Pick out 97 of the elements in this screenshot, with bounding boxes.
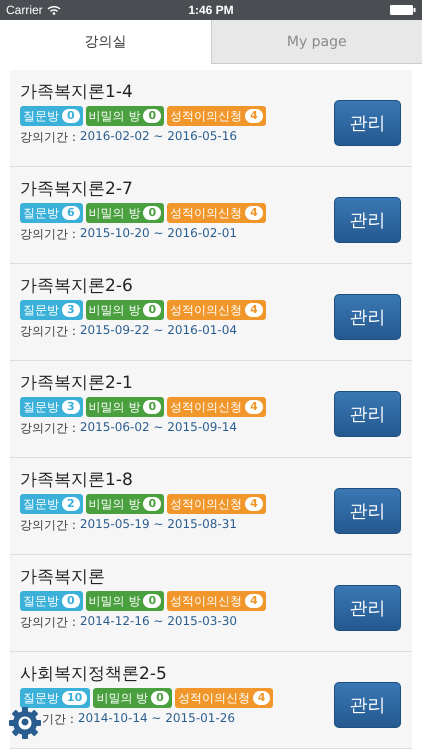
manage-button[interactable]: 관리 [334,100,401,146]
period-dates: 2015-09-22 ~ 2016-01-04 [80,323,238,339]
tag-label: 비밀의 방 [96,690,148,706]
count-pill: 0 [143,497,162,511]
manage-button[interactable]: 관리 [334,488,401,534]
counter-tag[interactable]: 질문방 0 [20,591,83,611]
period-dates: 2014-10-14 ~ 2015-01-26 [78,711,236,727]
counter-tag[interactable]: 성적이의신청 4 [174,688,274,708]
count-pill: 0 [143,303,162,317]
counter-tag[interactable]: 비밀의 방 0 [86,106,164,126]
period-dates: 2016-02-02 ~ 2016-05-16 [80,129,238,145]
count-pill: 4 [245,206,263,220]
count-pill: 0 [143,109,162,123]
count-pill: 3 [62,303,80,317]
counter-tag[interactable]: 성적이의신청 4 [167,591,266,611]
counter-tag[interactable]: 성적이의신청 4 [167,203,266,223]
counter-tag[interactable]: 비밀의 방 0 [86,397,164,417]
course-title: 가족복지론2-1 [20,372,134,394]
count-pill: 0 [62,109,80,123]
tag-label: 성적이의신청 [170,204,242,222]
count-pill: 4 [252,691,270,705]
counter-tag[interactable]: 질문방 3 [20,300,83,320]
count-pill: 4 [245,594,263,608]
course-title: 가족복지론2-6 [20,275,134,297]
period-label: 기간 : [42,711,74,728]
period-label: 강의기간 : [20,323,76,340]
period-label: 강의기간 : [20,614,76,631]
manage-button[interactable]: 관리 [334,682,401,728]
course-title: 가족복지론2-7 [20,178,134,200]
manage-button[interactable]: 관리 [334,294,401,340]
tag-label: 질문방 [23,302,59,318]
count-pill: 0 [143,400,162,414]
settings-icon[interactable] [8,706,42,740]
period-dates: 2015-10-20 ~ 2016-02-01 [80,226,238,242]
counter-tag[interactable]: 비밀의 방 0 [86,494,164,514]
counter-tag[interactable]: 비밀의 방 0 [86,300,164,320]
count-pill: 4 [245,303,263,317]
tag-label: 성적이의신청 [170,108,242,124]
tag-label: 비밀의 방 [88,204,140,222]
count-pill: 10 [62,691,88,705]
counter-tag[interactable]: 성적이의신청 4 [167,300,266,320]
tag-label: 비밀의 방 [88,592,140,610]
count-pill: 6 [62,206,80,220]
manage-button[interactable]: 관리 [334,585,401,631]
counter-tag[interactable]: 질문방 0 [20,106,83,126]
counter-tag[interactable]: 성적이의신청 4 [167,397,266,417]
count-pill: 4 [245,109,263,123]
tag-label: 비밀의 방 [88,302,140,318]
period-label: 강의기간 : [20,420,76,437]
tag-label: 질문방 [23,690,59,706]
manage-button[interactable]: 관리 [334,197,401,243]
tag-label: 질문방 [23,398,59,416]
wifi-icon [46,5,61,15]
tag-label: 질문방 [23,496,59,512]
tag-label: 성적이의신청 [170,302,242,318]
period-label: 강의기간 : [20,226,76,243]
tag-label: 질문방 [23,204,59,222]
tag-label: 질문방 [23,592,59,610]
course-title: 가족복지론1-4 [20,81,134,103]
count-pill: 0 [151,691,169,705]
course-title: 가족복지론 [20,566,106,588]
count-pill: 2 [62,497,80,511]
counter-tag[interactable]: 질문방 2 [20,494,83,514]
battery-icon [390,5,416,15]
tag-label: 비밀의 방 [88,108,140,124]
count-pill: 4 [245,400,263,414]
counter-tag[interactable]: 비밀의 방 0 [93,688,172,708]
counter-tag[interactable]: 질문방 10 [20,688,90,708]
period-dates: 2014-12-16 ~ 2015-03-30 [80,614,238,630]
period-label: 강의기간 : [20,517,76,534]
course-title: 사회복지정책론2-5 [20,663,168,685]
tag-label: 성적이의신청 [170,398,242,416]
counter-tag[interactable]: 성적이의신청 4 [167,106,266,126]
count-pill: 4 [245,497,263,511]
period-dates: 2015-05-19 ~ 2015-08-31 [80,517,238,533]
counter-tag[interactable]: 질문방 6 [20,203,83,223]
tag-label: 성적이의신청 [170,496,242,512]
tag-label: 성적이의신청 [178,690,250,706]
manage-button[interactable]: 관리 [334,391,401,437]
tab[interactable]: My page [210,20,422,64]
counter-tag[interactable]: 질문방 3 [20,397,83,417]
count-pill: 0 [143,594,162,608]
clock-text: 1:46 PM [188,3,234,17]
tag-label: 비밀의 방 [88,398,140,416]
count-pill: 0 [62,594,80,608]
count-pill: 3 [62,400,80,414]
tag-label: 성적이의신청 [170,592,242,610]
period-label: 강의기간 : [20,129,76,146]
count-pill: 0 [143,206,162,220]
counter-tag[interactable]: 성적이의신청 4 [167,494,266,514]
course-title: 가족복지론1-8 [20,469,134,491]
tag-label: 질문방 [23,108,59,124]
carrier-text: Carrier [6,3,43,17]
counter-tag[interactable]: 비밀의 방 0 [86,591,164,611]
period-dates: 2015-06-02 ~ 2015-09-14 [80,420,238,436]
counter-tag[interactable]: 비밀의 방 0 [86,203,164,223]
tag-label: 비밀의 방 [88,496,140,512]
